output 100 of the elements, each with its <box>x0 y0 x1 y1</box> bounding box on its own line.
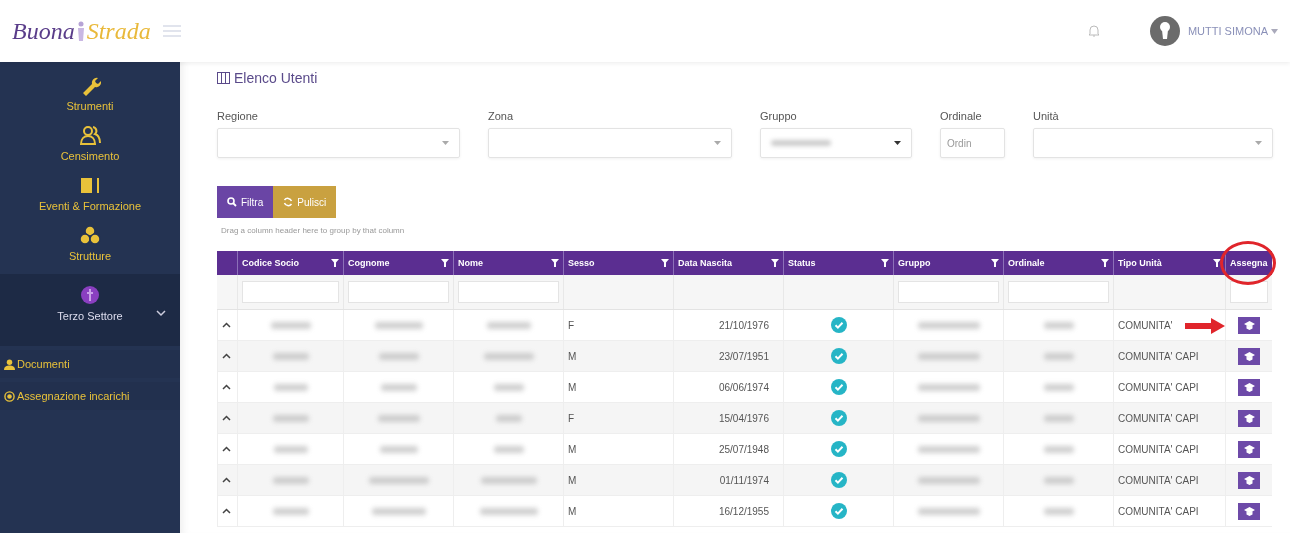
sidebar-item[interactable]: Censimento <box>0 120 180 170</box>
logo-text: Buona <box>12 17 75 45</box>
table-cell: M <box>563 496 673 526</box>
table-cell: F <box>563 310 673 340</box>
sidebar-label: Terzo Settore <box>57 310 123 322</box>
blurred-text <box>1043 414 1074 422</box>
caret-icon <box>1271 28 1278 34</box>
chevron-icon[interactable] <box>222 353 231 359</box>
chevron-icon[interactable] <box>222 415 231 421</box>
table-cell: 21/10/1976 <box>673 310 783 340</box>
target-icon <box>4 390 15 402</box>
blurred-text <box>495 414 522 422</box>
sidebar-item[interactable]: Strumenti <box>0 70 180 120</box>
caret-icon <box>1255 141 1262 145</box>
logo-text: Strada <box>86 17 151 45</box>
assign-button[interactable] <box>1238 316 1260 334</box>
dropdown-field[interactable] <box>217 128 460 158</box>
filter-icon[interactable] <box>991 259 999 267</box>
filter-icon[interactable] <box>1101 259 1109 267</box>
caret-icon <box>442 141 449 145</box>
input-field[interactable]: Ordin <box>940 128 1005 158</box>
graduation-cap-icon <box>1243 320 1255 330</box>
sidebar-label: Strumenti <box>66 100 114 112</box>
filter-input[interactable] <box>1230 281 1268 303</box>
dropdown-field[interactable] <box>488 128 732 158</box>
blurred-text <box>917 445 980 453</box>
chevron-icon[interactable] <box>222 384 231 390</box>
filter-input[interactable] <box>242 281 339 303</box>
field-label: Gruppo <box>760 110 798 122</box>
people-icon <box>79 124 101 146</box>
sidebar-label: Eventi & Formazione <box>38 200 142 212</box>
refresh-icon <box>283 197 294 207</box>
blurred-text <box>493 383 524 391</box>
blurred-text <box>917 352 980 360</box>
figure-icon <box>76 21 85 41</box>
filter-icon[interactable] <box>771 259 779 267</box>
blurred-text <box>272 476 309 484</box>
filter-icon[interactable] <box>1213 259 1221 267</box>
table-cell: M <box>563 434 673 464</box>
avatar-icon[interactable] <box>1149 16 1180 46</box>
graduation-cap-icon <box>1243 475 1255 485</box>
filter-icon[interactable] <box>441 259 449 267</box>
badge-icon <box>79 284 101 306</box>
blurred-text <box>480 476 537 484</box>
chevron-icon[interactable] <box>222 508 231 514</box>
table-cell: M <box>563 465 673 495</box>
table-cell: COMUNITA' CAPI <box>1113 465 1225 495</box>
chevron-icon[interactable] <box>222 446 231 452</box>
filter-input[interactable] <box>458 281 559 303</box>
graduation-cap-icon <box>1243 351 1255 361</box>
filter-input[interactable] <box>348 281 449 303</box>
assign-button[interactable] <box>1238 471 1260 489</box>
filter-icon[interactable] <box>661 259 669 267</box>
sidebar-subitem[interactable]: Documenti <box>0 350 180 378</box>
table-cell: COMUNITA' CAPI <box>1113 341 1225 371</box>
table-cell: COMUNITA' CAPI <box>1113 372 1225 402</box>
assign-button[interactable] <box>1238 440 1260 458</box>
filter-icon[interactable] <box>881 259 889 267</box>
table-cell: M <box>563 372 673 402</box>
blurred-text <box>1043 352 1074 360</box>
chevron-icon[interactable] <box>222 322 231 328</box>
blurred-text <box>1043 383 1074 391</box>
sidebar-subitem[interactable]: Assegnazione incarichi <box>0 382 180 410</box>
page-title: Elenco Utenti <box>234 70 318 86</box>
caret-icon <box>894 141 901 145</box>
blurred-text <box>917 414 980 422</box>
assign-button[interactable] <box>1238 409 1260 427</box>
blurred-text <box>493 445 524 453</box>
blurred-text <box>378 352 419 360</box>
assign-button[interactable] <box>1238 347 1260 365</box>
graduation-cap-icon <box>1243 506 1255 516</box>
sidebar-item[interactable]: Terzo Settore <box>0 274 180 346</box>
blurred-text <box>380 383 417 391</box>
dropdown-field[interactable] <box>760 128 912 158</box>
blurred-text <box>273 445 308 453</box>
chevron-icon[interactable] <box>222 477 231 483</box>
table-cell: 23/07/1951 <box>673 341 783 371</box>
filter-button[interactable]: Filtra <box>217 186 274 218</box>
sidebar-label: Strutture <box>68 250 112 262</box>
table-cell: 15/04/1976 <box>673 403 783 433</box>
filter-icon[interactable] <box>331 259 339 267</box>
sidebar-item[interactable]: Eventi & Formazione <box>0 170 180 220</box>
filter-input[interactable] <box>898 281 999 303</box>
sidebar-item[interactable]: Strutture <box>0 220 180 270</box>
blurred-text <box>270 321 311 329</box>
filter-input[interactable] <box>1008 281 1109 303</box>
table-cell: 06/06/1974 <box>673 372 783 402</box>
field-label: Unità <box>1033 110 1060 122</box>
blurred-text <box>917 507 980 515</box>
table-cell: COMUNITA' CAPI <box>1113 403 1225 433</box>
user-icon <box>4 358 15 370</box>
blurred-text <box>377 414 420 422</box>
blurred-text <box>371 507 426 515</box>
table-cell: COMUNITA' CAPI <box>1113 434 1225 464</box>
dropdown-field[interactable] <box>1033 128 1273 158</box>
blurred-text <box>486 321 531 329</box>
assign-button[interactable] <box>1238 502 1260 520</box>
caret-icon <box>714 141 721 145</box>
filter-icon[interactable] <box>551 259 559 267</box>
assign-button[interactable] <box>1238 378 1260 396</box>
